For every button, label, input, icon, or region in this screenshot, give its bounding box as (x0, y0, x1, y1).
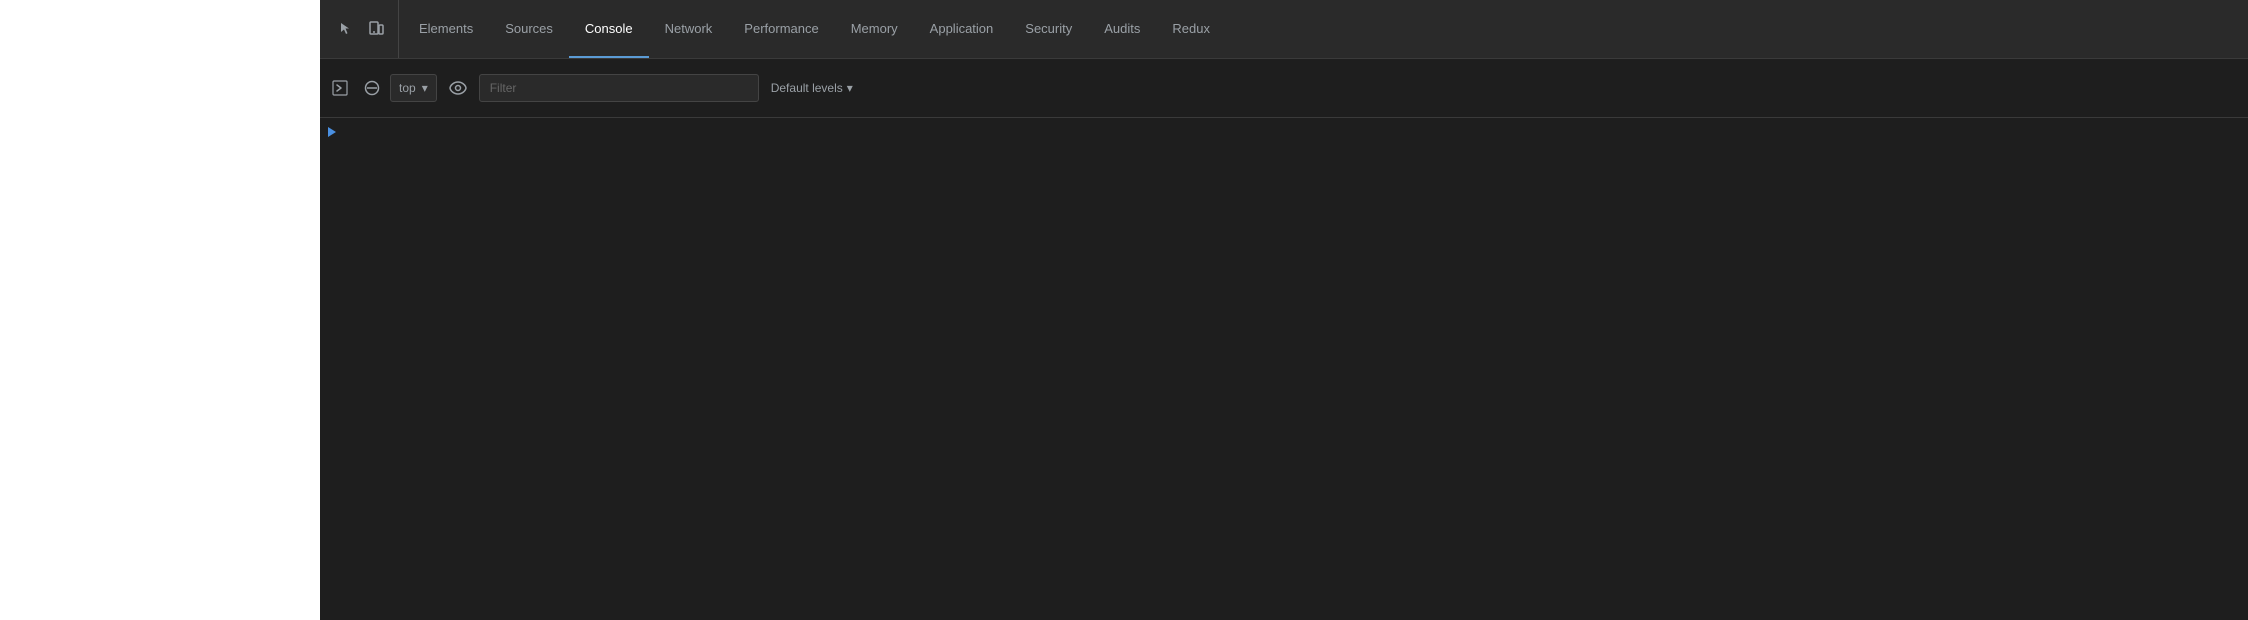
tab-network[interactable]: Network (649, 0, 729, 58)
clear-console-button[interactable] (358, 76, 386, 100)
context-selector-value: top (399, 81, 416, 95)
context-selector-arrow: ▾ (422, 81, 428, 95)
tab-redux[interactable]: Redux (1156, 0, 1226, 58)
cursor-icon-button[interactable] (332, 17, 360, 41)
tab-security[interactable]: Security (1009, 0, 1088, 58)
devtools-panel: Elements Sources Console Network Perform… (320, 0, 2248, 620)
device-toggle-button[interactable] (362, 17, 390, 41)
tab-bar: Elements Sources Console Network Perform… (320, 0, 2248, 59)
white-panel (0, 0, 320, 620)
console-toolbar: top ▾ Default levels ▾ (320, 59, 2248, 118)
execute-script-button[interactable] (326, 76, 354, 100)
context-selector[interactable]: top ▾ (390, 74, 437, 102)
tab-application[interactable]: Application (914, 0, 1010, 58)
tab-sources[interactable]: Sources (489, 0, 569, 58)
tab-audits[interactable]: Audits (1088, 0, 1156, 58)
filter-input[interactable] (479, 74, 759, 102)
tab-console[interactable]: Console (569, 0, 649, 58)
console-prompt-line (320, 122, 2248, 142)
watch-expressions-button[interactable] (441, 77, 475, 99)
tab-elements[interactable]: Elements (403, 0, 489, 58)
log-levels-arrow: ▾ (847, 81, 853, 95)
tab-performance[interactable]: Performance (728, 0, 834, 58)
console-chevron-right-icon (328, 127, 336, 137)
log-levels-button[interactable]: Default levels ▾ (763, 77, 861, 99)
tab-memory[interactable]: Memory (835, 0, 914, 58)
log-levels-label: Default levels (771, 81, 843, 95)
tab-icon-group (324, 0, 399, 58)
console-output[interactable] (320, 118, 2248, 620)
